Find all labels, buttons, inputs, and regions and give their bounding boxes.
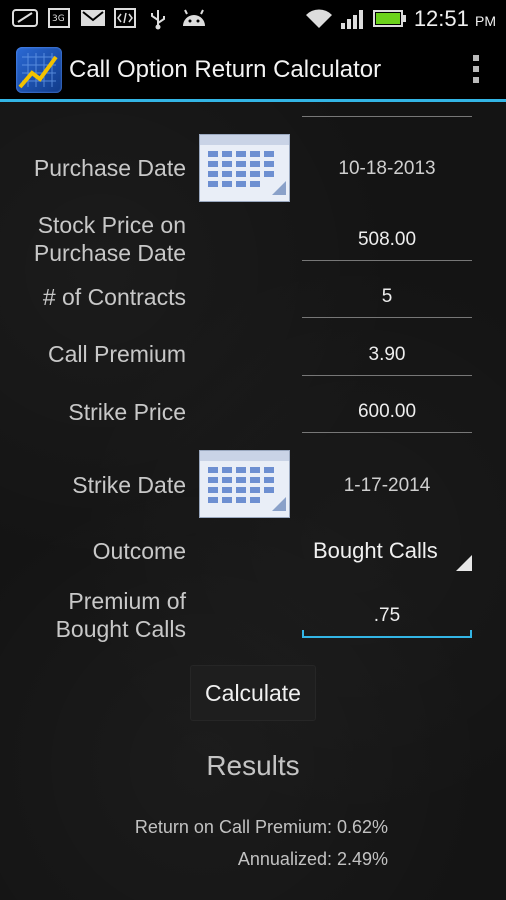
clock: 12:51 PM — [413, 6, 496, 31]
contracts-label: # of Contracts — [42, 284, 186, 310]
stock-price-input[interactable]: 508.00 — [302, 220, 472, 261]
bought-premium-input[interactable]: .75 — [302, 596, 472, 638]
outcome-selected-value: Bought Calls — [313, 538, 438, 563]
app-logo-icon — [16, 47, 62, 93]
signal-icon — [340, 8, 366, 29]
scrolled-field[interactable] — [302, 76, 472, 117]
call-premium-input[interactable]: 3.90 — [302, 335, 472, 376]
status-bar: 3G 12:51 PM — [0, 0, 506, 38]
contracts-input[interactable]: 5 — [302, 277, 472, 318]
strike-price-input[interactable]: 600.00 — [302, 392, 472, 433]
purchase-date-label: Purchase Date — [33, 155, 186, 181]
strike-price-label: Strike Price — [68, 399, 186, 425]
results-heading: Results — [206, 750, 300, 781]
return-on-premium-text: Return on Call Premium: 0.62% — [134, 817, 388, 837]
purchase-date-value: 10-18-2013 — [338, 158, 436, 179]
strike-date-calendar-button[interactable] — [199, 450, 290, 518]
battery-icon — [373, 8, 407, 28]
purchase-date-calendar-button[interactable] — [199, 134, 290, 202]
usb-icon — [148, 8, 168, 30]
strike-date-value: 1-17-2014 — [343, 475, 431, 496]
calculate-button[interactable]: Calculate — [191, 666, 315, 720]
dropdown-triangle-icon — [456, 555, 472, 571]
annualized-return-text: Annualized: 2.49% — [237, 849, 388, 869]
wifi-icon — [304, 8, 334, 28]
svg-text:3G: 3G — [52, 14, 65, 24]
strike-date-label: Strike Date — [72, 472, 186, 498]
overflow-menu-icon[interactable] — [472, 55, 480, 85]
bought-premium-label: Premium of Bought Calls — [55, 588, 186, 642]
call-premium-label: Call Premium — [47, 341, 186, 367]
outcome-label: Outcome — [92, 538, 186, 564]
stock-price-label: Stock Price on Purchase Date — [33, 212, 186, 266]
gmail-icon — [80, 8, 106, 28]
calendar-icon — [200, 135, 289, 195]
3g-icon: 3G — [48, 8, 70, 28]
android-icon — [180, 8, 208, 28]
code-icon — [114, 8, 136, 28]
no-sync-icon — [12, 8, 40, 28]
calendar-icon — [200, 451, 289, 511]
